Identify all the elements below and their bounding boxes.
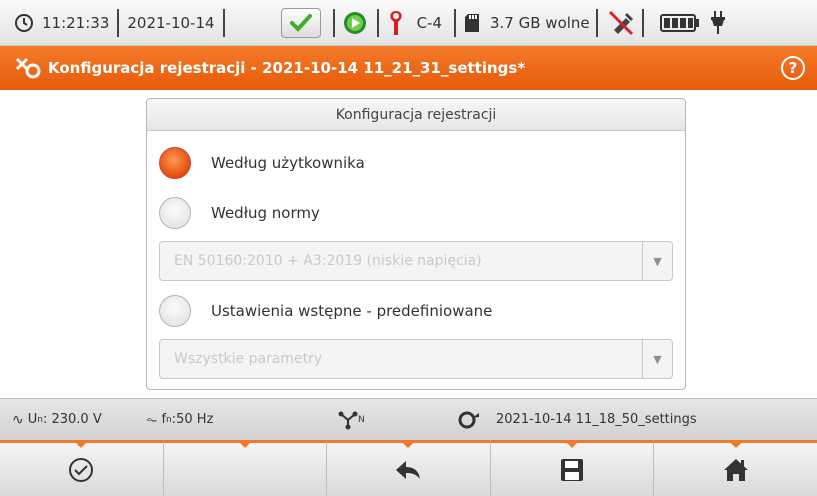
help-icon[interactable]: ? — [781, 56, 805, 80]
notch — [238, 442, 251, 448]
separator — [641, 8, 644, 37]
save-button[interactable] — [490, 440, 655, 496]
separator — [117, 8, 120, 37]
option-preset[interactable]: Ustawienia wstępne - predefiniowane — [159, 295, 492, 327]
preset-dropdown-value: Wszystkie parametry — [174, 351, 323, 367]
no-usb-icon — [606, 0, 636, 45]
status-time: 11:21:33 — [42, 13, 110, 32]
sd-card-icon — [464, 0, 480, 45]
clamp-icon — [387, 0, 405, 45]
radio-unselected[interactable] — [159, 197, 191, 229]
chevron-down-icon[interactable]: ▼ — [642, 340, 672, 378]
notch — [566, 442, 579, 448]
check-circle-icon — [69, 457, 94, 482]
separator — [595, 8, 598, 37]
nominal-voltage: ∿ Un: 230.0 V — [12, 411, 102, 428]
back-arrow-icon — [396, 460, 421, 479]
panel-header: Konfiguracja rejestracji — [147, 99, 685, 131]
option-by-norm[interactable]: Według normy — [159, 197, 320, 229]
confirm-button[interactable] — [0, 440, 164, 496]
home-button[interactable] — [654, 440, 817, 496]
back-button[interactable] — [327, 440, 491, 496]
notch — [402, 442, 415, 448]
radio-unselected[interactable] — [159, 295, 191, 327]
home-icon — [723, 458, 748, 481]
notch — [729, 442, 742, 448]
nominal-frequency: ⏦ f n:50 Hz — [146, 411, 214, 428]
save-icon — [561, 458, 584, 481]
separator — [454, 8, 456, 37]
memory-free: 3.7 GB wolne — [490, 13, 590, 32]
preset-dropdown[interactable]: Wszystkie parametry ▼ — [159, 339, 673, 379]
probe-icon — [458, 411, 479, 428]
radio-selected[interactable] — [159, 147, 191, 179]
info-bar: ∿ Un: 230.0 V ⏦ f n:50 Hz N 2021-10-14 11… — [0, 398, 817, 440]
separator — [332, 8, 335, 37]
empty-button[interactable] — [163, 440, 328, 496]
clock-icon — [14, 0, 34, 45]
battery-icon — [659, 0, 700, 45]
network-type: N — [338, 410, 365, 430]
chevron-down-icon[interactable]: ▼ — [642, 242, 672, 280]
separator — [376, 8, 379, 37]
settings-file: 2021-10-14 11_18_50_settings — [458, 410, 697, 430]
frequency-icon: ⏦ — [146, 411, 158, 428]
sine-wave-icon: ∿ — [12, 411, 24, 428]
page-title: Konfiguracja rejestracji - 2021-10-14 11… — [48, 59, 526, 77]
network-topology-icon — [338, 411, 358, 429]
recording-config-panel: Konfiguracja rejestracji Według użytkown… — [146, 98, 686, 390]
option-user-defined[interactable]: Według użytkownika — [159, 147, 365, 179]
status-bar: 11:21:33 2021-10-14 C-4 3.7 GB wolne — [0, 0, 817, 46]
bottom-bar — [0, 440, 817, 496]
status-date: 2021-10-14 — [127, 13, 215, 32]
option-label: Ustawienia wstępne - predefiniowane — [211, 302, 493, 320]
tools-icon — [14, 56, 42, 80]
notch — [75, 442, 88, 448]
clamp-type: C-4 — [416, 13, 442, 32]
power-plug-icon — [710, 0, 726, 45]
option-label: Według normy — [211, 204, 320, 222]
title-bar: Konfiguracja rejestracji - 2021-10-14 11… — [0, 46, 817, 90]
option-label: Według użytkownika — [211, 154, 365, 172]
separator — [222, 8, 225, 37]
norm-dropdown-value: EN 50160:2010 + A3:2019 (niskie napięcia… — [174, 253, 482, 269]
record-icon[interactable] — [343, 0, 367, 45]
check-icon[interactable] — [280, 7, 321, 38]
norm-dropdown[interactable]: EN 50160:2010 + A3:2019 (niskie napięcia… — [159, 241, 673, 281]
